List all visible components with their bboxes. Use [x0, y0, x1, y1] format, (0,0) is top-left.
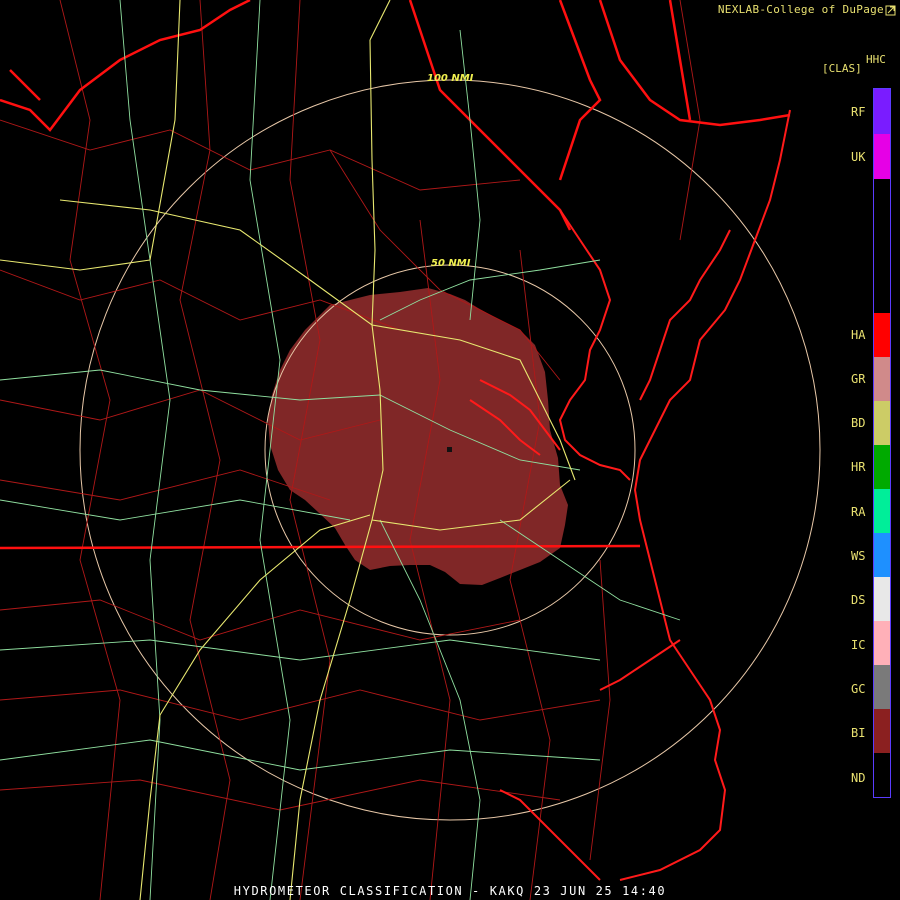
inner-ring-label: 50 NMI	[431, 258, 471, 269]
legend-label-ws: WS	[851, 549, 866, 563]
legend-swatch-bd	[874, 401, 890, 445]
legend-label-uk: UK	[851, 150, 866, 164]
legend-label-ds: DS	[851, 593, 866, 607]
legend-label-ra: RA	[851, 505, 866, 519]
legend-label-rf: RF	[851, 105, 866, 119]
product-title-footer: HYDROMETEOR CLASSIFICATION - KAKQ 23 JUN…	[233, 884, 667, 898]
outer-ring-label: 100 NMI	[427, 73, 474, 84]
legend-colorbar	[873, 88, 891, 798]
legend-swatch-gc	[874, 665, 890, 709]
legend-swatch-ws	[874, 533, 890, 577]
legend-label-gr: GR	[851, 372, 866, 386]
credit-text[interactable]: NEXLAB-College of DuPage	[718, 3, 884, 16]
product-code: HHC	[866, 53, 886, 66]
legend-label-bd: BD	[851, 416, 866, 430]
legend-swatch-ra	[874, 489, 890, 533]
legend-swatch-ha	[874, 313, 890, 357]
legend-swatch-ds	[874, 577, 890, 621]
legend-label-hr: HR	[851, 460, 866, 474]
legend-swatch-gr	[874, 357, 890, 401]
legend-label-ha: HA	[851, 328, 866, 342]
legend-swatch-uk	[874, 134, 890, 179]
legend-label-ic: IC	[851, 638, 866, 652]
legend-swatch-rf	[874, 89, 890, 134]
legend-label-bi: BI	[851, 726, 866, 740]
legend-swatch-ic	[874, 621, 890, 665]
legend-swatch-bi	[874, 709, 890, 753]
radar-map	[0, 0, 900, 900]
product-unit: [CLAS]	[822, 62, 862, 75]
legend-label-nd: ND	[851, 771, 866, 785]
radar-site-marker	[447, 447, 452, 452]
legend-label-gc: GC	[851, 682, 866, 696]
legend-swatch-hr	[874, 445, 890, 489]
